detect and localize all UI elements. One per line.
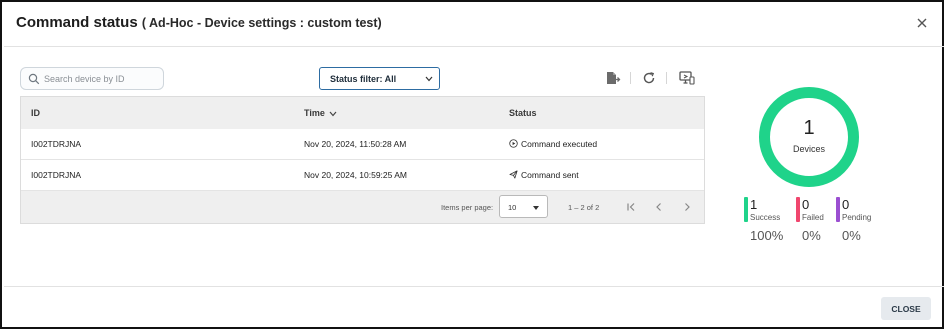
column-header-id[interactable]: ID [31, 108, 40, 118]
column-header-time-label: Time [304, 108, 325, 118]
next-page-icon[interactable] [680, 200, 694, 214]
command-status-dialog: Command status ( Ad-Hoc - Device setting… [0, 0, 944, 329]
table-row[interactable]: I002TDRJNA Nov 20, 2024, 11:50:28 AM Com… [21, 129, 704, 160]
column-header-time[interactable]: Time [304, 108, 337, 118]
first-page-icon[interactable] [624, 200, 638, 214]
refresh-icon[interactable] [641, 70, 657, 86]
column-header-status[interactable]: Status [509, 108, 537, 118]
remote-desktop-icon[interactable] [679, 70, 695, 86]
table-paginator: Items per page: 10 1 – 2 of 2 [21, 191, 704, 223]
close-icon[interactable] [915, 16, 929, 30]
previous-page-icon[interactable] [652, 200, 666, 214]
failed-percent: 0% [802, 228, 821, 243]
pending-percent: 0% [842, 228, 861, 243]
pending-count: 0 [842, 197, 850, 212]
status-filter-dropdown[interactable]: Status filter: All [319, 67, 440, 90]
success-legend-bar [744, 197, 748, 222]
row-id: I002TDRJNA [31, 170, 82, 180]
dialog-subtitle: ( Ad-Hoc - Device settings : custom test… [141, 16, 382, 30]
devices-total-label: Devices [792, 144, 825, 154]
caret-down-icon [533, 206, 539, 210]
dialog-title: Command status ( Ad-Hoc - Device setting… [16, 14, 382, 31]
failed-count: 0 [802, 197, 810, 212]
row-status: Command executed [521, 139, 598, 149]
failed-legend-bar [796, 197, 800, 222]
items-per-page-select[interactable]: 10 [499, 195, 548, 218]
items-per-page-label: Items per page: [441, 203, 494, 212]
header-divider [4, 46, 944, 47]
page-range-label: 1 – 2 of 2 [568, 203, 600, 212]
toolbar-divider [630, 72, 631, 84]
chevron-down-icon [425, 76, 433, 82]
close-button[interactable]: CLOSE [881, 297, 931, 320]
success-count: 1 [750, 197, 758, 212]
devices-donut-chart: 1 Devices [759, 87, 859, 187]
toolbar-divider [666, 72, 667, 84]
row-id: I002TDRJNA [31, 139, 82, 149]
row-status: Command sent [521, 170, 579, 180]
failed-label: Failed [802, 213, 824, 222]
items-per-page-value: 10 [508, 203, 517, 212]
pending-legend-bar [836, 197, 840, 222]
table-header: ID Time Status [21, 97, 704, 129]
table-row[interactable]: I002TDRJNA Nov 20, 2024, 10:59:25 AM Com… [21, 160, 704, 191]
search-input[interactable] [44, 70, 160, 87]
status-filter-label: Status filter: All [330, 74, 397, 84]
footer-divider [4, 286, 944, 287]
search-icon [28, 73, 40, 85]
success-percent: 100% [750, 228, 784, 243]
dialog-title-text: Command status [16, 14, 138, 31]
pending-label: Pending [842, 213, 872, 222]
search-box[interactable] [20, 67, 164, 90]
row-time: Nov 20, 2024, 11:50:28 AM [304, 139, 407, 149]
command-table: ID Time Status I002TDRJNA Nov 20, 2024, … [20, 96, 705, 224]
devices-total-count: 1 [803, 117, 815, 139]
play-circle-icon [509, 139, 518, 148]
success-label: Success [750, 213, 781, 222]
row-time: Nov 20, 2024, 10:59:25 AM [304, 170, 408, 180]
sort-down-icon [329, 111, 337, 117]
send-icon [509, 170, 518, 179]
export-icon[interactable] [605, 70, 621, 86]
